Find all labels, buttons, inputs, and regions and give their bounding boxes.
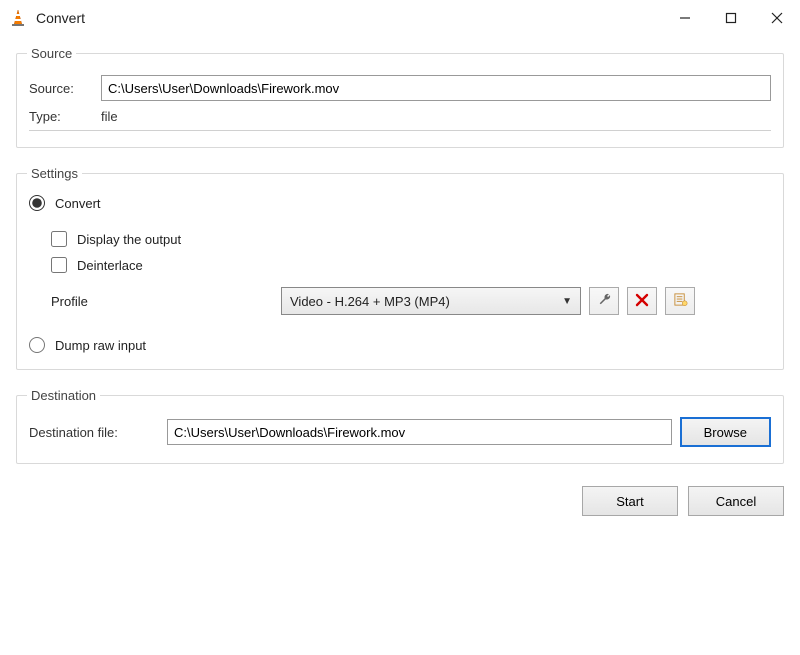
new-profile-icon	[673, 292, 688, 310]
close-button[interactable]	[754, 0, 800, 36]
profile-select-value: Video - H.264 + MP3 (MP4)	[290, 294, 450, 309]
profile-label: Profile	[51, 294, 281, 309]
display-output-checkbox[interactable]	[51, 231, 67, 247]
convert-radio-label: Convert	[55, 196, 101, 211]
maximize-button[interactable]	[708, 0, 754, 36]
convert-radio-row[interactable]: Convert	[29, 195, 771, 211]
destination-legend: Destination	[27, 388, 100, 403]
type-label: Type:	[29, 109, 101, 124]
deinterlace-check-row[interactable]: Deinterlace	[51, 257, 771, 273]
source-legend: Source	[27, 46, 76, 61]
settings-legend: Settings	[27, 166, 82, 181]
new-profile-button[interactable]	[665, 287, 695, 315]
dialog-footer: Start Cancel	[0, 482, 800, 516]
cancel-button[interactable]: Cancel	[688, 486, 784, 516]
destination-input[interactable]	[167, 419, 672, 445]
window-title: Convert	[36, 10, 85, 26]
x-icon	[635, 293, 649, 310]
vlc-cone-icon	[8, 8, 28, 28]
destination-group: Destination Destination file: Browse	[16, 388, 784, 464]
edit-profile-button[interactable]	[589, 287, 619, 315]
divider	[29, 130, 771, 131]
source-label: Source:	[29, 81, 101, 96]
source-group: Source Source: Type: file	[16, 46, 784, 148]
display-output-label: Display the output	[77, 232, 181, 247]
source-input[interactable]	[101, 75, 771, 101]
start-button[interactable]: Start	[582, 486, 678, 516]
wrench-icon	[597, 292, 612, 310]
chevron-down-icon: ▼	[562, 296, 572, 307]
type-value: file	[101, 109, 118, 124]
deinterlace-checkbox[interactable]	[51, 257, 67, 273]
browse-button[interactable]: Browse	[680, 417, 771, 447]
convert-radio[interactable]	[29, 195, 45, 211]
window-controls	[662, 0, 800, 36]
display-output-check-row[interactable]: Display the output	[51, 231, 771, 247]
dump-raw-label: Dump raw input	[55, 338, 146, 353]
dump-raw-radio-row[interactable]: Dump raw input	[29, 337, 771, 353]
settings-group: Settings Convert Display the output Dein…	[16, 166, 784, 370]
profile-select[interactable]: Video - H.264 + MP3 (MP4) ▼	[281, 287, 581, 315]
minimize-button[interactable]	[662, 0, 708, 36]
deinterlace-label: Deinterlace	[77, 258, 143, 273]
delete-profile-button[interactable]	[627, 287, 657, 315]
titlebar: Convert	[0, 0, 800, 36]
destination-label: Destination file:	[29, 425, 159, 440]
dump-raw-radio[interactable]	[29, 337, 45, 353]
